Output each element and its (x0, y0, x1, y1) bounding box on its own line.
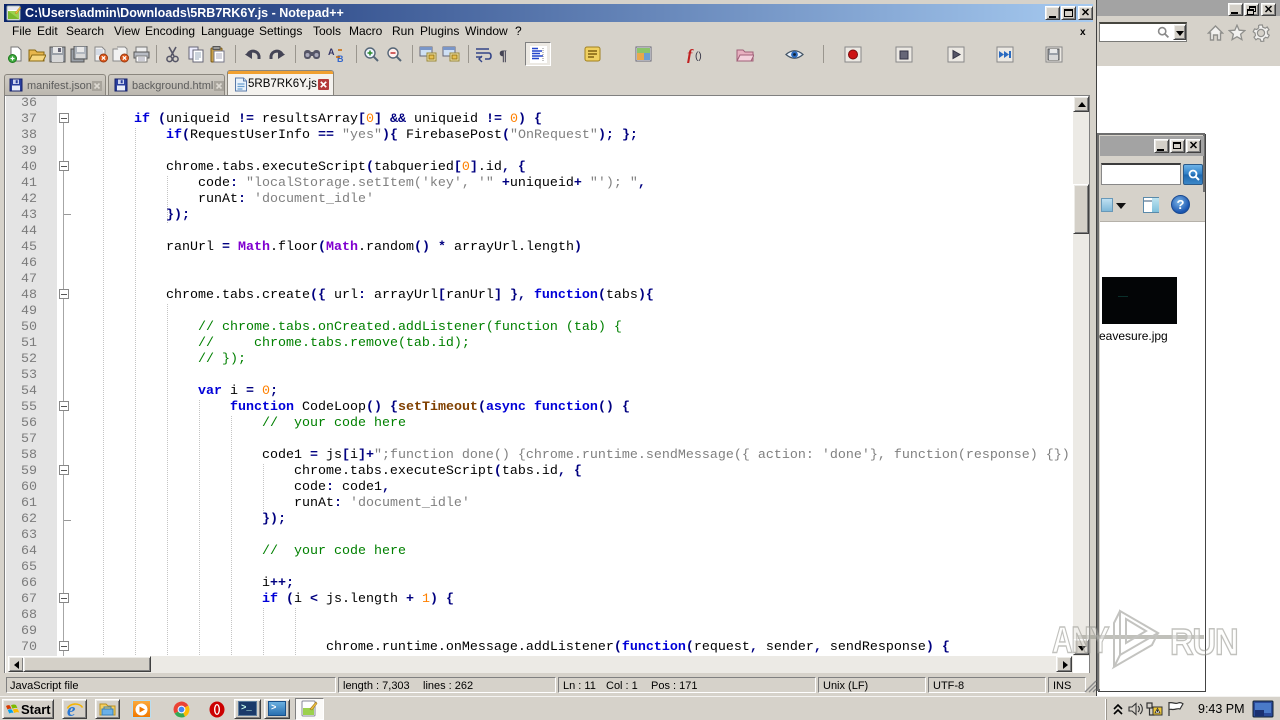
svg-text:f: f (687, 47, 694, 63)
svg-text:¶: ¶ (499, 48, 507, 63)
svg-text:B: B (337, 54, 344, 63)
svg-text:e: e (67, 700, 76, 719)
svg-text:A: A (328, 47, 335, 57)
svg-text:(): () (695, 51, 702, 62)
